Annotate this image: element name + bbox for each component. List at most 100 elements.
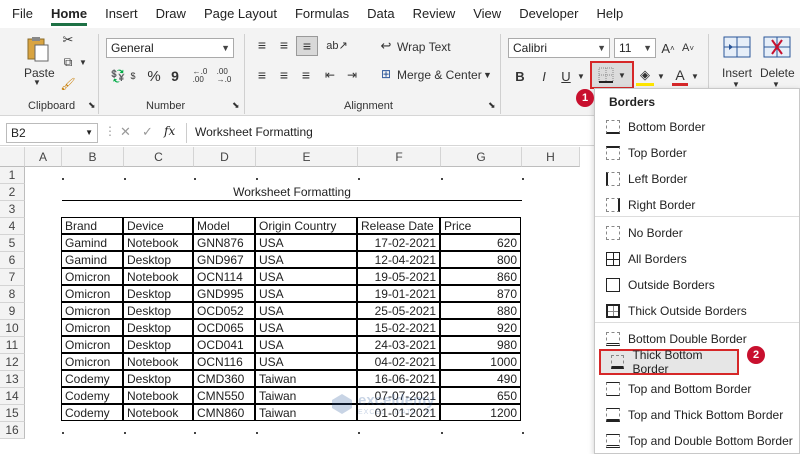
menu-file[interactable]: File: [12, 0, 33, 28]
sheet-title-cell[interactable]: Worksheet Formatting: [62, 184, 522, 201]
paste-icon[interactable]: [24, 34, 52, 64]
table-cell[interactable]: 800: [440, 251, 521, 268]
table-cell[interactable]: Desktop: [123, 370, 193, 387]
underline-button[interactable]: U: [558, 66, 574, 86]
border-option-thick-outside-borders[interactable]: Thick Outside Borders: [596, 298, 799, 324]
table-cell[interactable]: Omicron: [61, 336, 123, 353]
currency-button[interactable]: $: [128, 66, 138, 86]
row-header-7[interactable]: 7: [0, 269, 25, 286]
border-option-top-and-double-bottom-border[interactable]: Top and Double Bottom Border: [596, 428, 799, 454]
cut-icon[interactable]: ✂: [60, 32, 76, 48]
border-option-thick-bottom-border[interactable]: Thick Bottom Border: [599, 348, 739, 376]
fill-color-icon[interactable]: ◈: [636, 66, 654, 86]
cancel-icon[interactable]: ✕: [120, 124, 131, 140]
table-cell[interactable]: Notebook: [123, 387, 193, 404]
copy-icon[interactable]: ⧉: [60, 54, 76, 70]
row-header-13[interactable]: 13: [0, 371, 25, 388]
font-size-combo[interactable]: 11 ▼: [614, 38, 656, 58]
table-cell[interactable]: Notebook: [123, 234, 193, 251]
menu-draw[interactable]: Draw: [156, 0, 186, 28]
table-cell[interactable]: CMN860: [193, 404, 255, 421]
format-painter-icon[interactable]: 🖌: [60, 76, 76, 92]
border-option-top-border[interactable]: Top Border: [596, 140, 799, 166]
table-cell[interactable]: Codemy: [61, 404, 123, 421]
table-cell[interactable]: 15-02-2021: [357, 319, 440, 336]
menu-view[interactable]: View: [473, 0, 501, 28]
underline-dropdown-icon[interactable]: ▼: [576, 66, 586, 86]
right-align-icon[interactable]: ≡: [296, 66, 316, 84]
align-middle-icon[interactable]: ≡: [274, 36, 294, 54]
border-option-top-and-thick-bottom-border[interactable]: Top and Thick Bottom Border: [596, 402, 799, 428]
menu-data[interactable]: Data: [367, 0, 394, 28]
row-header-10[interactable]: 10: [0, 320, 25, 337]
table-cell[interactable]: 860: [440, 268, 521, 285]
delete-cells-icon[interactable]: [762, 34, 792, 60]
font-color-button[interactable]: A: [672, 66, 688, 86]
table-cell[interactable]: 980: [440, 336, 521, 353]
row-header-6[interactable]: 6: [0, 252, 25, 269]
table-cell[interactable]: Notebook: [123, 404, 193, 421]
center-align-icon[interactable]: ≡: [274, 66, 294, 84]
table-cell[interactable]: USA: [255, 268, 357, 285]
column-header-b[interactable]: B: [62, 147, 124, 167]
table-cell[interactable]: Gamind: [61, 251, 123, 268]
fill-dropdown-icon[interactable]: ▼: [656, 66, 666, 86]
row-header-16[interactable]: 16: [0, 422, 25, 439]
table-cell[interactable]: Omicron: [61, 285, 123, 302]
table-cell[interactable]: Codemy: [61, 370, 123, 387]
border-option-all-borders[interactable]: All Borders: [596, 246, 799, 272]
decrease-font-size-button[interactable]: A ˅: [680, 38, 696, 58]
row-header-12[interactable]: 12: [0, 354, 25, 371]
insert-button[interactable]: Insert: [722, 66, 752, 80]
wrap-text-button[interactable]: Wrap Text: [397, 40, 451, 54]
table-cell[interactable]: USA: [255, 353, 357, 370]
table-cell[interactable]: CMD360: [193, 370, 255, 387]
table-header-cell[interactable]: Device: [123, 217, 193, 234]
decrease-indent-icon[interactable]: ⇤: [320, 66, 340, 84]
table-cell[interactable]: USA: [255, 319, 357, 336]
table-cell[interactable]: 880: [440, 302, 521, 319]
clipboard-launcher-icon[interactable]: ⬊: [88, 100, 96, 111]
column-header-f[interactable]: F: [358, 147, 441, 167]
border-option-bottom-border[interactable]: Bottom Border: [596, 114, 799, 140]
row-header-3[interactable]: 3: [0, 201, 25, 218]
row-header-1[interactable]: 1: [0, 167, 25, 184]
table-cell[interactable]: GND967: [193, 251, 255, 268]
left-align-icon[interactable]: ≡: [252, 66, 272, 84]
border-option-no-border[interactable]: No Border: [596, 220, 799, 246]
increase-font-size-button[interactable]: A ˄: [660, 38, 676, 58]
border-option-right-border[interactable]: Right Border: [596, 192, 799, 218]
border-option-outside-borders[interactable]: Outside Borders: [596, 272, 799, 298]
table-cell[interactable]: USA: [255, 234, 357, 251]
menu-review[interactable]: Review: [413, 0, 456, 28]
merge-dropdown-icon[interactable]: ▼: [483, 70, 492, 80]
menu-formulas[interactable]: Formulas: [295, 0, 349, 28]
italic-button[interactable]: I: [536, 66, 552, 86]
table-cell[interactable]: Notebook: [123, 353, 193, 370]
table-cell[interactable]: GND995: [193, 285, 255, 302]
column-header-d[interactable]: D: [194, 147, 256, 167]
merge-center-icon[interactable]: ⊞: [378, 66, 394, 82]
number-launcher-icon[interactable]: ⬊: [232, 100, 240, 111]
table-cell[interactable]: Gamind: [61, 234, 123, 251]
table-header-cell[interactable]: Release Date: [357, 217, 440, 234]
table-cell[interactable]: GNN876: [193, 234, 255, 251]
font-color-dropdown-icon[interactable]: ▼: [690, 66, 700, 86]
percent-button[interactable]: %: [144, 66, 164, 86]
align-bottom-icon[interactable]: ≡: [296, 36, 318, 56]
insert-cells-icon[interactable]: [722, 34, 752, 60]
table-cell[interactable]: 19-05-2021: [357, 268, 440, 285]
table-cell[interactable]: 12-04-2021: [357, 251, 440, 268]
table-cell[interactable]: 1000: [440, 353, 521, 370]
font-name-combo[interactable]: Calibri ▼: [508, 38, 610, 58]
table-cell[interactable]: 490: [440, 370, 521, 387]
row-header-2[interactable]: 2: [0, 184, 25, 201]
column-header-g[interactable]: G: [441, 147, 522, 167]
delete-button[interactable]: Delete: [760, 66, 795, 80]
accounting-format-icon[interactable]: 💱: [108, 66, 128, 86]
row-header-8[interactable]: 8: [0, 286, 25, 303]
table-cell[interactable]: USA: [255, 285, 357, 302]
table-cell[interactable]: 25-05-2021: [357, 302, 440, 319]
enter-icon[interactable]: ✓: [142, 124, 153, 140]
number-format-combo[interactable]: General ▼: [106, 38, 234, 58]
